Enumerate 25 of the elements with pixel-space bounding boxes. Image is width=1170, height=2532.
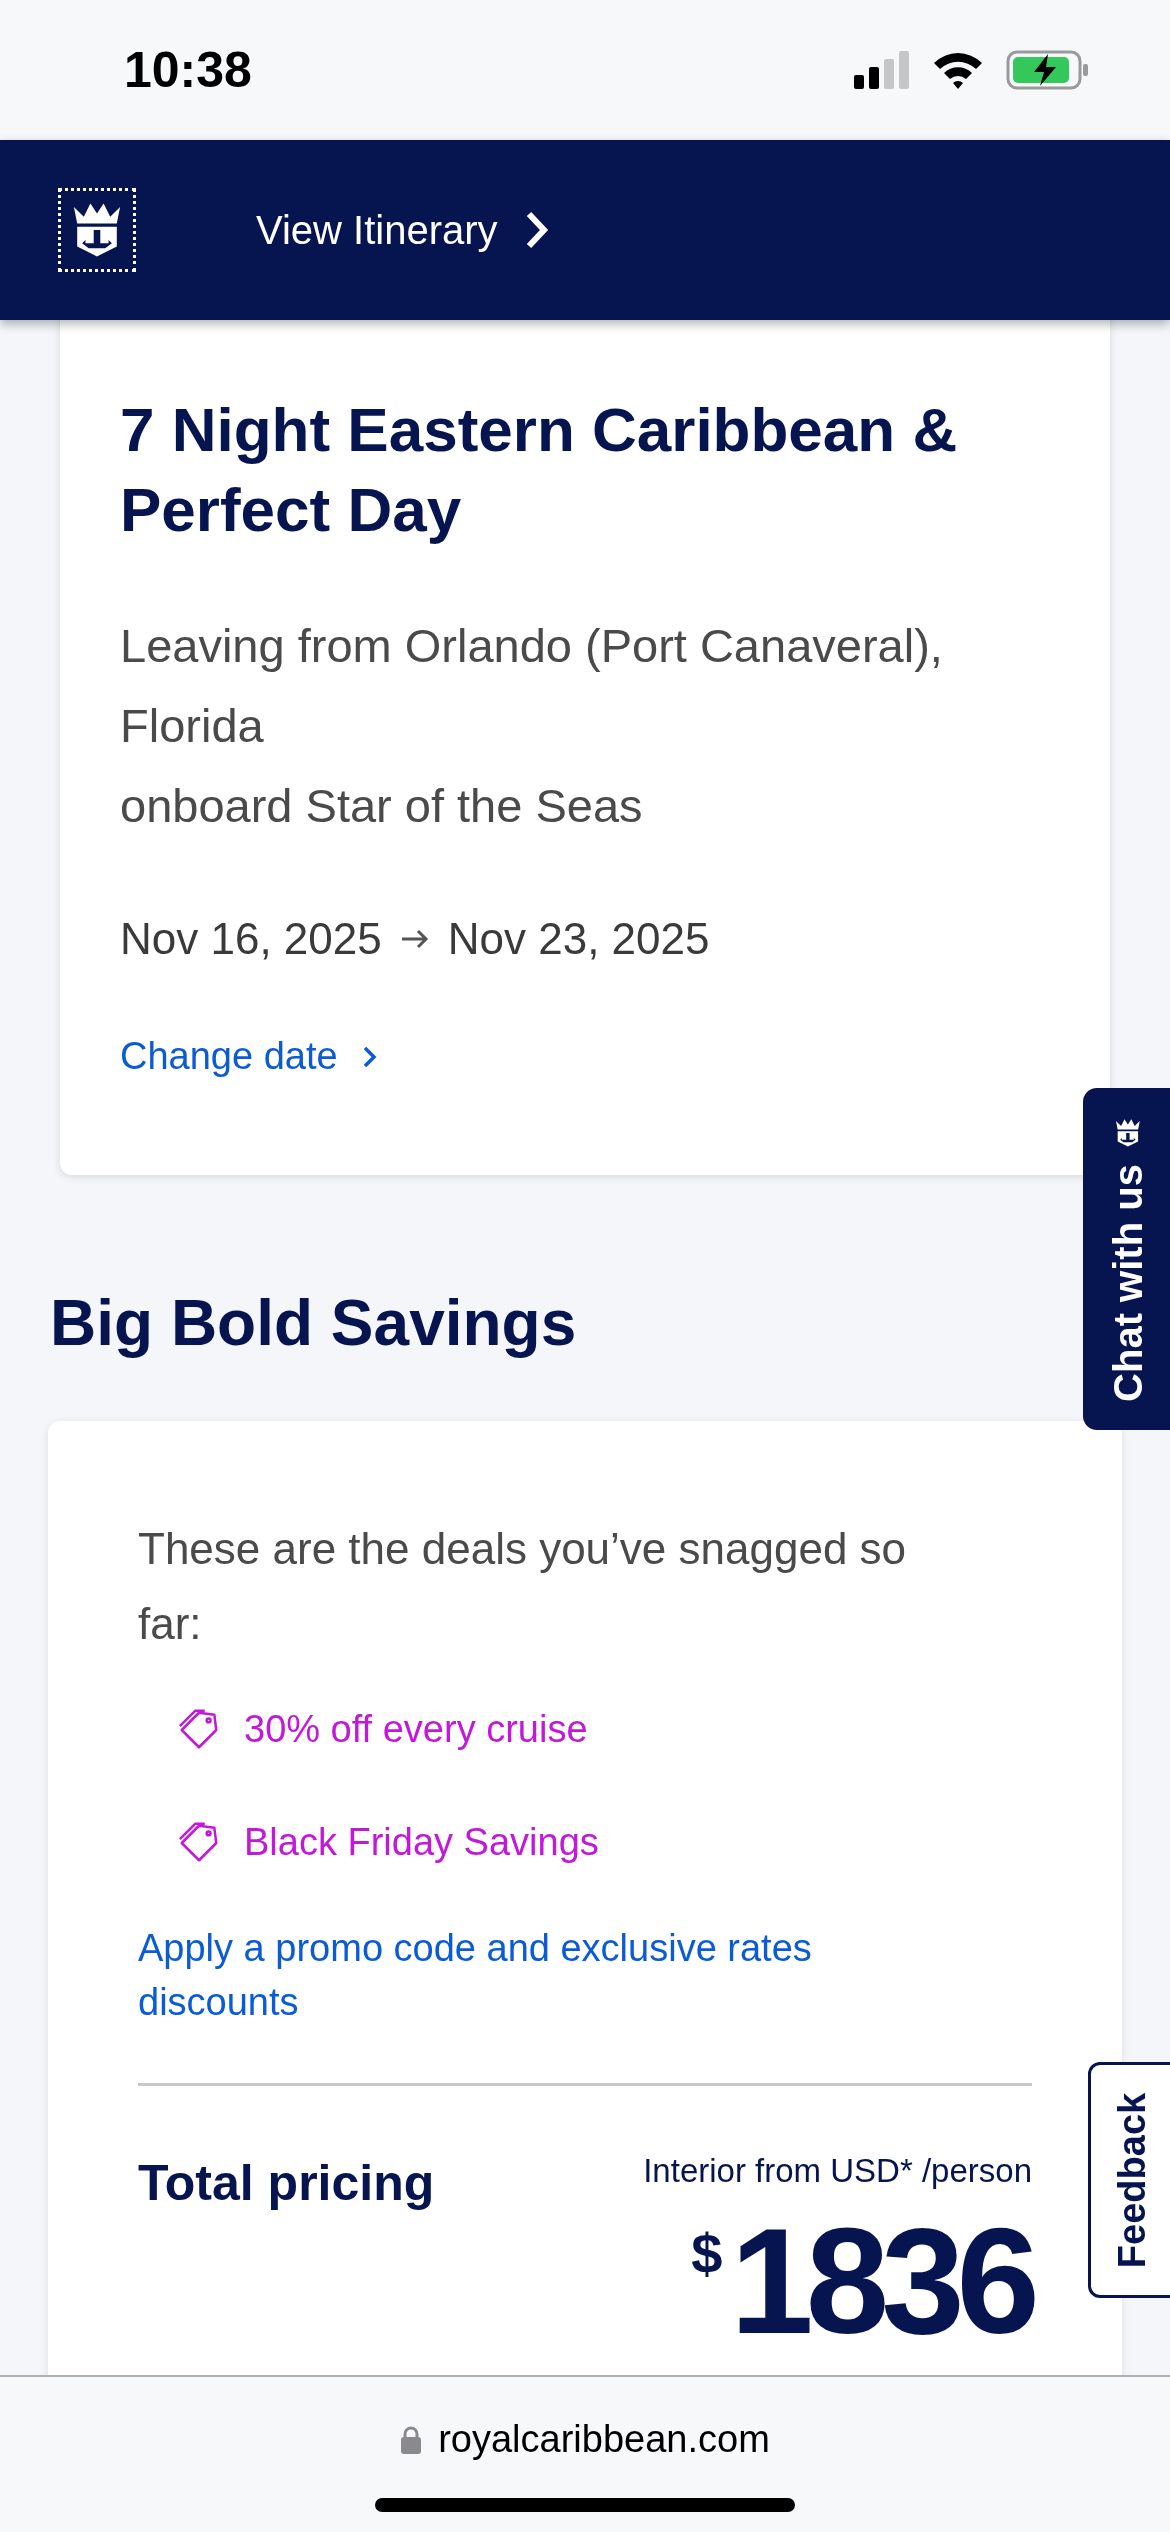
chevron-right-icon (361, 1044, 378, 1069)
logo-icon[interactable] (58, 188, 136, 272)
signal-icon (854, 51, 910, 89)
url-bar[interactable]: royalcaribbean.com (400, 2411, 770, 2468)
deal-label: 30% off every cruise (244, 1707, 588, 1752)
currency-symbol: $ (691, 2220, 723, 2287)
start-date: Nov 16, 2025 (120, 913, 382, 965)
change-date-link[interactable]: Change date (120, 1028, 378, 1085)
battery-icon (1006, 50, 1090, 90)
end-date: Nov 23, 2025 (447, 913, 710, 965)
ship-text: onboard Star of the Seas (120, 778, 644, 834)
promo-code-link[interactable]: Apply a promo code and exclusive rates discounts (138, 1921, 1032, 2029)
chat-tab[interactable]: Chat with us (1083, 1088, 1170, 1430)
section-heading: Big Bold Savings (50, 1286, 577, 1361)
cruise-title: 7 Night Eastern Caribbean & Perfect Day (120, 394, 959, 546)
feedback-tab[interactable]: Feedback (1088, 2062, 1170, 2298)
price-amount: 1836 (730, 2205, 1032, 2356)
status-time: 10:38 (124, 40, 252, 100)
deal-label: Black Friday Savings (244, 1820, 599, 1865)
wifi-icon (932, 51, 984, 89)
intro-text: These are the deals you’ve snagged so far: (138, 1523, 908, 1650)
lock-icon (400, 2424, 423, 2455)
total-pricing-title: Total pricing (138, 2154, 435, 2213)
price-note: Interior from USD* /person (643, 2151, 1032, 2191)
view-itinerary-link[interactable]: View Itinerary (256, 200, 550, 260)
